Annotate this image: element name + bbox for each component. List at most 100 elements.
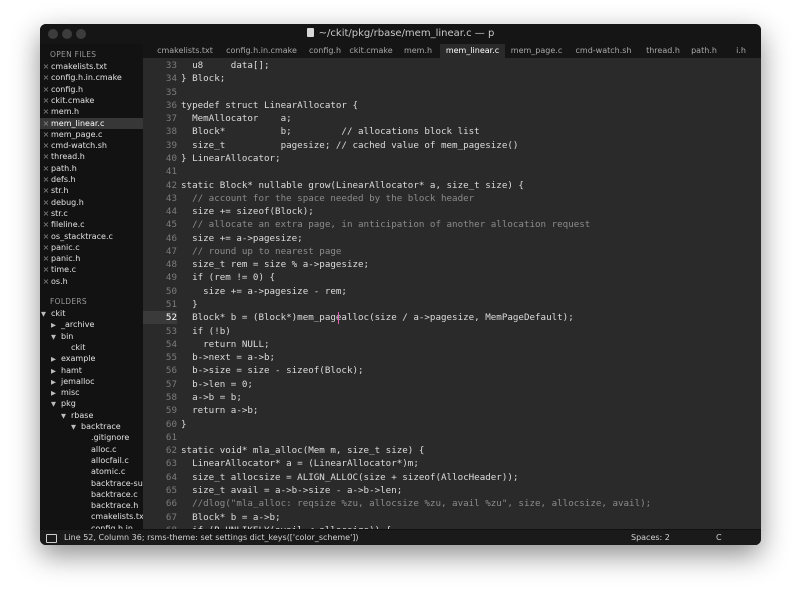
- code-line[interactable]: if (!b): [181, 325, 231, 338]
- open-file-item[interactable]: × str.h: [40, 185, 143, 196]
- open-file-item[interactable]: × ckit.cmake: [40, 95, 143, 106]
- disclosure-open-icon[interactable]: ▼: [51, 332, 61, 343]
- tab-path-h[interactable]: path.h: [687, 44, 721, 58]
- tab-config-h[interactable]: config.h: [304, 44, 346, 58]
- open-file-item[interactable]: × fileline.c: [40, 219, 143, 230]
- indentation-setting[interactable]: Spaces: 2: [631, 533, 670, 542]
- tab-i-h[interactable]: i.h: [721, 44, 761, 58]
- close-file-icon[interactable]: ×: [41, 208, 51, 219]
- close-file-icon[interactable]: ×: [41, 118, 51, 129]
- tree-file-item[interactable]: alloc.c: [81, 444, 117, 455]
- tab-cmd-watch-sh[interactable]: cmd-watch.sh: [568, 44, 639, 58]
- tab-config-h-in-cmake[interactable]: config.h.in.cmake: [219, 44, 304, 58]
- tab-mem-page-c[interactable]: mem_page.c: [505, 44, 568, 58]
- open-file-item[interactable]: × thread.h: [40, 151, 143, 162]
- open-file-item[interactable]: × debug.h: [40, 197, 143, 208]
- close-file-icon[interactable]: ×: [41, 253, 51, 264]
- code-line[interactable]: Block* b; // allocations block list: [181, 125, 480, 138]
- close-file-icon[interactable]: ×: [41, 106, 51, 117]
- close-file-icon[interactable]: ×: [41, 140, 51, 151]
- tree-folder-item[interactable]: ▶ hamt: [51, 365, 82, 376]
- close-file-icon[interactable]: ×: [41, 264, 51, 275]
- close-file-icon[interactable]: ×: [41, 231, 51, 242]
- code-line[interactable]: size_t rem = size % a->pagesize;: [181, 258, 369, 271]
- open-file-item[interactable]: × time.c: [40, 264, 143, 275]
- open-file-item[interactable]: × mem_page.c: [40, 129, 143, 140]
- code-line[interactable]: static Block* nullable grow(LinearAlloca…: [181, 179, 524, 192]
- tree-file-item[interactable]: backtrace-supp: [81, 478, 143, 489]
- code-line[interactable]: size += sizeof(Block);: [181, 205, 314, 218]
- close-file-icon[interactable]: ×: [41, 61, 51, 72]
- open-file-item[interactable]: × defs.h: [40, 174, 143, 185]
- code-line[interactable]: b->len = 0;: [181, 378, 253, 391]
- code-editor[interactable]: 33 u8 data[]; 34} Block; 35 36 typedef struc…: [143, 58, 761, 529]
- close-file-icon[interactable]: ×: [41, 276, 51, 287]
- close-file-icon[interactable]: ×: [41, 151, 51, 162]
- open-file-item[interactable]: × mem_linear.c: [40, 117, 143, 129]
- code-line[interactable]: Block* b = (Block*)mem_pagealloc(size / …: [181, 311, 574, 324]
- code-line[interactable]: b->next = a->b;: [181, 351, 275, 364]
- tab-ckit-cmake[interactable]: ckit.cmake: [346, 44, 396, 58]
- open-file-item[interactable]: × cmakelists.txt: [40, 61, 143, 72]
- code-line[interactable]: // round up to nearest page: [181, 245, 341, 258]
- code-line[interactable]: static void* mla_alloc(Mem m, size_t siz…: [181, 444, 424, 457]
- close-file-icon[interactable]: ×: [41, 95, 51, 106]
- tree-file-item[interactable]: cmakelists.txt: [81, 511, 143, 522]
- close-file-icon[interactable]: ×: [41, 242, 51, 253]
- tree-file-item[interactable]: allocfail.c: [81, 455, 129, 466]
- code-line[interactable]: size += a->pagesize;: [181, 232, 303, 245]
- tree-folder-item[interactable]: ▶ example: [51, 353, 95, 364]
- close-file-icon[interactable]: ×: [41, 185, 51, 196]
- open-file-item[interactable]: × config.h.in.cmake: [40, 72, 143, 83]
- tree-file-item[interactable]: backtrace.h: [81, 500, 138, 511]
- sidebar-toggle-icon[interactable]: [46, 534, 57, 543]
- code-line[interactable]: if (rem != 0) {: [181, 271, 275, 284]
- close-file-icon[interactable]: ×: [41, 163, 51, 174]
- tree-folder-item[interactable]: ▶ misc: [51, 387, 80, 398]
- code-line[interactable]: u8 data[];: [181, 59, 269, 72]
- open-file-item[interactable]: × os.h: [40, 276, 143, 287]
- tree-folder-item[interactable]: ▶ _archive: [51, 319, 94, 330]
- code-line[interactable]: typedef struct LinearAllocator {: [181, 99, 358, 112]
- close-file-icon[interactable]: ×: [41, 129, 51, 140]
- tab-cmakelists-txt[interactable]: cmakelists.txt: [151, 44, 219, 58]
- tree-folder-item[interactable]: ▼ ckit: [41, 308, 65, 319]
- tab-mem-linear-c[interactable]: mem_linear.c: [440, 44, 505, 58]
- open-file-item[interactable]: × config.h: [40, 84, 143, 95]
- code-line[interactable]: a->b = b;: [181, 391, 242, 404]
- tree-folder-item[interactable]: ▶ jemalloc: [51, 376, 95, 387]
- code-line[interactable]: } LinearAllocator;: [181, 152, 281, 165]
- tree-folder-item[interactable]: ▼ backtrace: [71, 421, 121, 432]
- code-line[interactable]: // account for the space needed by the b…: [181, 192, 474, 205]
- tree-file-item[interactable]: backtrace.c: [81, 489, 138, 500]
- open-file-item[interactable]: × panic.c: [40, 242, 143, 253]
- code-line[interactable]: return a->b;: [181, 404, 258, 417]
- disclosure-open-icon[interactable]: ▼: [61, 411, 71, 422]
- open-file-item[interactable]: × path.h: [40, 163, 143, 174]
- tree-folder-item[interactable]: ▼ rbase: [61, 410, 93, 421]
- code-line[interactable]: // allocate an extra page, in anticipati…: [181, 218, 590, 231]
- code-line[interactable]: MemAllocator a;: [181, 112, 292, 125]
- close-file-icon[interactable]: ×: [41, 197, 51, 208]
- close-file-icon[interactable]: ×: [41, 219, 51, 230]
- close-file-icon[interactable]: ×: [41, 84, 51, 95]
- open-file-item[interactable]: × mem.h: [40, 106, 143, 117]
- tree-file-item[interactable]: ckit: [61, 342, 85, 353]
- code-line[interactable]: size_t avail = a->b->size - a->b->len;: [181, 484, 402, 497]
- tab-thread-h[interactable]: thread.h: [639, 44, 687, 58]
- open-file-item[interactable]: × os_stacktrace.c: [40, 231, 143, 242]
- open-file-item[interactable]: × str.c: [40, 208, 143, 219]
- code-line[interactable]: }: [181, 418, 187, 431]
- tree-folder-item[interactable]: ▼ bin: [51, 331, 73, 342]
- code-line[interactable]: size_t pagesize; // cached value of mem_…: [181, 139, 518, 152]
- code-line[interactable]: size += a->pagesize - rem;: [181, 285, 347, 298]
- code-line[interactable]: return NULL;: [181, 338, 269, 351]
- code-line[interactable]: //dlog("mla_alloc: reqsize %zu, allocsiz…: [181, 497, 651, 510]
- code-line[interactable]: Block* b = a->b;: [181, 511, 281, 524]
- open-file-item[interactable]: × cmd-watch.sh: [40, 140, 143, 151]
- code-line[interactable]: size_t allocsize = ALIGN_ALLOC(size + si…: [181, 471, 518, 484]
- disclosure-open-icon[interactable]: ▼: [51, 399, 61, 410]
- syntax-setting[interactable]: C: [716, 533, 722, 542]
- close-file-icon[interactable]: ×: [41, 174, 51, 185]
- code-line[interactable]: LinearAllocator* a = (LinearAllocator*)m…: [181, 457, 419, 470]
